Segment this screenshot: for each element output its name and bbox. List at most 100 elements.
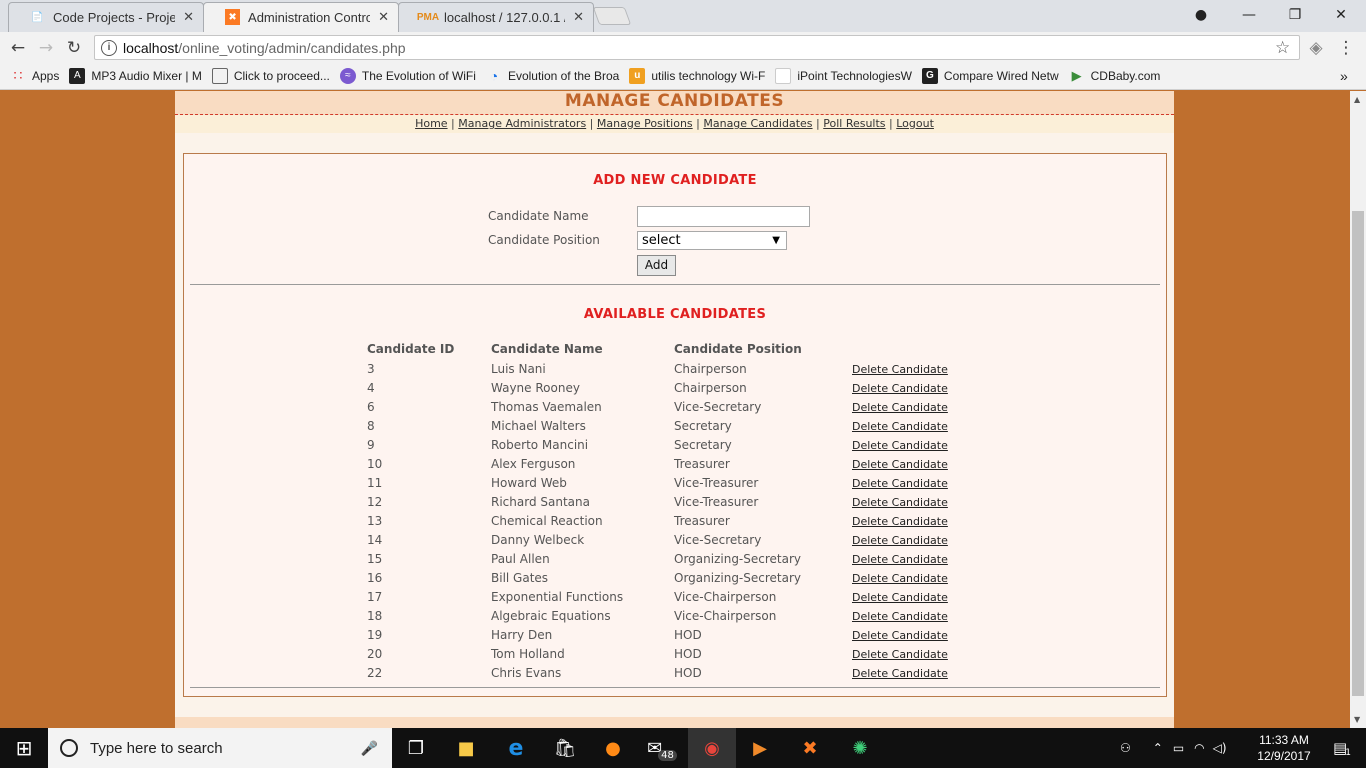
close-icon[interactable]: ✕ <box>378 9 389 25</box>
delete-candidate-link[interactable]: Delete Candidate <box>852 534 948 547</box>
bookmark-label: MP3 Audio Mixer | M <box>91 68 202 83</box>
tab-phpmyadmin[interactable]: PMA localhost / 127.0.0.1 / pc ✕ <box>398 2 594 32</box>
admin-nav: Home | Manage Administrators | Manage Po… <box>175 115 1174 133</box>
media-player-icon[interactable]: ▶ <box>736 728 784 768</box>
delete-candidate-link[interactable]: Delete Candidate <box>852 648 948 661</box>
edge-icon[interactable]: e <box>492 728 540 768</box>
address-bar[interactable]: i localhost/online_voting/admin/candidat… <box>94 35 1300 60</box>
bookmark-apps[interactable]: ∷ Apps <box>10 67 60 84</box>
windows-start-icon[interactable]: ⊞ <box>0 728 48 768</box>
notification-icon[interactable]: ▤ 1 <box>1318 728 1366 768</box>
delete-candidate-link[interactable]: Delete Candidate <box>852 477 948 490</box>
action-cell: Delete Candidate <box>852 378 972 397</box>
bookmark-compare-wired[interactable]: G Compare Wired Netw <box>921 67 1059 84</box>
forward-arrow-icon[interactable]: → <box>34 37 58 59</box>
menu-icon[interactable]: ⋮ <box>1334 37 1358 59</box>
bookmark-click-proceed[interactable]: Click to proceed... <box>211 67 330 84</box>
close-window-button[interactable]: ✕ <box>1318 0 1364 30</box>
g-icon: G <box>921 67 938 84</box>
bookmark-mp3-mixer[interactable]: A MP3 Audio Mixer | M <box>69 67 202 84</box>
microphone-icon[interactable]: 🎤 <box>361 740 378 757</box>
bookmark-ipoint[interactable]: iPoint TechnologiesW <box>775 67 912 84</box>
wifi-icon[interactable]: ◠ <box>1194 741 1204 755</box>
nav-manage-positions[interactable]: Manage Positions <box>597 117 693 130</box>
close-icon[interactable]: ✕ <box>183 9 194 25</box>
page-header: MANAGE CANDIDATES <box>175 91 1174 115</box>
candidate-position-cell: Vice-Secretary <box>674 399 762 414</box>
delete-candidate-link[interactable]: Delete Candidate <box>852 496 948 509</box>
new-tab-button[interactable] <box>592 7 632 25</box>
volume-icon[interactable]: ◁) <box>1213 741 1227 755</box>
action-cell: Delete Candidate <box>852 359 972 378</box>
store-icon[interactable]: 🛍 <box>541 728 589 768</box>
nav-home[interactable]: Home <box>415 117 447 130</box>
xampp-icon[interactable]: ✖ <box>786 728 834 768</box>
restore-button[interactable]: ❐ <box>1272 0 1318 30</box>
delete-candidate-link[interactable]: Delete Candidate <box>852 515 948 528</box>
chevron-up-icon[interactable]: ⌃ <box>1153 741 1163 755</box>
delete-candidate-link[interactable]: Delete Candidate <box>852 363 948 376</box>
bookmark-evolution-wifi[interactable]: ≈ The Evolution of WiFi <box>339 67 476 84</box>
minimize-button[interactable]: — <box>1226 0 1272 30</box>
network-app-icon[interactable]: ✺ <box>836 728 884 768</box>
nav-manage-administrators[interactable]: Manage Administrators <box>458 117 586 130</box>
page-viewport: MANAGE CANDIDATES Home | Manage Administ… <box>0 91 1350 728</box>
info-icon[interactable]: i <box>101 39 117 56</box>
chrome-icon[interactable]: ◉ <box>688 728 736 768</box>
bookmark-cdbaby[interactable]: ▶ CDBaby.com <box>1069 68 1161 84</box>
delete-candidate-link[interactable]: Delete Candidate <box>852 610 948 623</box>
file-explorer-icon[interactable]: ■ <box>442 728 490 768</box>
bookmark-utilis[interactable]: u utilis technology Wi-F <box>629 67 765 84</box>
mixer-icon: A <box>69 67 86 84</box>
people-icon[interactable]: ⚇ <box>1120 741 1131 755</box>
back-arrow-icon[interactable]: ← <box>6 37 30 59</box>
account-icon[interactable]: ● <box>1178 0 1224 30</box>
nav-logout[interactable]: Logout <box>896 117 934 130</box>
candidate-id-cell: 11 <box>367 475 383 490</box>
add-button[interactable]: Add <box>637 255 676 276</box>
action-cell: Delete Candidate <box>852 511 972 530</box>
admin-container: MANAGE CANDIDATES Home | Manage Administ… <box>175 91 1174 728</box>
taskbar-clock[interactable]: 11:33 AM 12/9/2017 <box>1254 732 1314 764</box>
firefox-icon[interactable]: ● <box>589 728 637 768</box>
action-cell: Delete Candidate <box>852 606 972 625</box>
table-row: 22 Chris Evans HOD Delete Candidate <box>367 663 972 682</box>
bookmarks-overflow-icon[interactable]: » <box>1340 68 1348 84</box>
delete-candidate-link[interactable]: Delete Candidate <box>852 439 948 452</box>
candidate-position-cell: Vice-Treasurer <box>674 494 759 509</box>
task-view-icon[interactable]: ❐ <box>392 728 440 768</box>
nav-poll-results[interactable]: Poll Results <box>823 117 885 130</box>
candidates-body: 3 Luis Nani Chairperson Delete Candidate 4 Wa… <box>367 359 972 682</box>
delete-candidate-link[interactable]: Delete Candidate <box>852 382 948 395</box>
candidate-id-cell: 4 <box>367 380 375 395</box>
tab-admin-control[interactable]: ✖ Administration Control P ✕ <box>203 2 399 32</box>
nav-manage-candidates[interactable]: Manage Candidates <box>703 117 812 130</box>
delete-candidate-link[interactable]: Delete Candidate <box>852 420 948 433</box>
scrollbar-thumb[interactable] <box>1352 211 1364 696</box>
candidate-name-cell: Algebraic Equations <box>491 608 611 623</box>
delete-candidate-link[interactable]: Delete Candidate <box>852 591 948 604</box>
mail-icon[interactable]: ✉ 48 <box>638 728 686 768</box>
candidate-name-input[interactable] <box>637 206 810 227</box>
table-row: 14 Danny Welbeck Vice-Secretary Delete Cand… <box>367 530 972 549</box>
extension-icon[interactable]: ◈ <box>1304 37 1328 59</box>
scroll-down-icon[interactable]: ▼ <box>1354 715 1360 724</box>
candidate-position-select[interactable]: select ▼ <box>637 231 787 250</box>
reload-icon[interactable]: ↻ <box>62 37 86 59</box>
delete-candidate-link[interactable]: Delete Candidate <box>852 572 948 585</box>
close-icon[interactable]: ✕ <box>573 9 584 25</box>
scroll-up-icon[interactable]: ▲ <box>1354 95 1360 104</box>
battery-icon[interactable]: ▭ <box>1173 741 1184 755</box>
delete-candidate-link[interactable]: Delete Candidate <box>852 401 948 414</box>
tab-code-projects[interactable]: 📄 Code Projects - Projects ✕ <box>8 2 204 32</box>
bookmark-label: Compare Wired Netw <box>943 68 1059 83</box>
page-scrollbar[interactable]: ▲ ▼ <box>1350 91 1366 728</box>
bookmark-star-icon[interactable]: ☆ <box>1275 38 1290 58</box>
delete-candidate-link[interactable]: Delete Candidate <box>852 458 948 471</box>
delete-candidate-link[interactable]: Delete Candidate <box>852 667 948 680</box>
bookmark-evolution-broadband[interactable]: ◔ Evolution of the Broa <box>486 68 620 84</box>
page-icon <box>211 67 228 84</box>
taskbar-search[interactable]: Type here to search 🎤 <box>48 728 392 768</box>
delete-candidate-link[interactable]: Delete Candidate <box>852 553 948 566</box>
delete-candidate-link[interactable]: Delete Candidate <box>852 629 948 642</box>
